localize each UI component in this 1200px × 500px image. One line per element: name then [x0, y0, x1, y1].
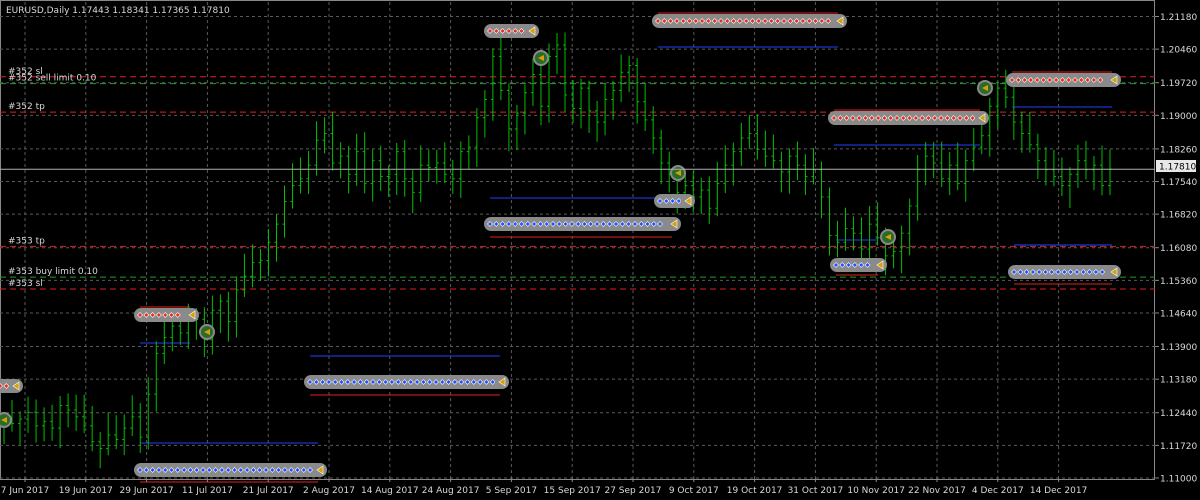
price-tick-label: 1.16820 [1160, 211, 1197, 221]
price-tick-label: 1.19720 [1160, 79, 1197, 89]
time-tick-label: 10 Nov 2017 [847, 486, 905, 496]
price-tick-label: 1.13180 [1160, 376, 1197, 386]
price-tick-label: 1.11000 [1160, 475, 1197, 485]
price-tick-label: 1.18260 [1160, 145, 1197, 155]
time-tick-label: 11 Jul 2017 [182, 486, 233, 496]
order-line-label: #353 sl [8, 279, 43, 289]
time-tick-label: 14 Aug 2017 [361, 486, 419, 496]
order-line-label: #353 buy limit 0.10 [8, 267, 98, 277]
time-tick-label: 21 Jul 2017 [243, 486, 294, 496]
price-tick-label: 1.16080 [1160, 244, 1197, 254]
time-tick-label: 29 Jun 2017 [120, 486, 174, 496]
price-tick-label: 1.17540 [1160, 178, 1197, 188]
price-axis: 1.21180 1.20460 1.19720 1.19000 1.18260 1.175… [1155, 13, 1197, 485]
time-tick-label: 27 Sep 2017 [604, 486, 661, 496]
order-line-label: #352 sell limit 0.10 [8, 74, 97, 84]
order-line-label: #352 tp [8, 102, 45, 112]
time-tick-label: 7 Jun 2017 [1, 486, 49, 496]
time-tick-label: 9 Oct 2017 [669, 486, 719, 496]
price-tick-label: 1.11720 [1160, 442, 1197, 452]
time-tick-label: 31 Oct 2017 [788, 486, 844, 496]
time-tick-label: 2 Aug 2017 [303, 486, 355, 496]
svg-text:1.17810: 1.17810 [1159, 163, 1196, 173]
time-tick-label: 15 Sep 2017 [544, 486, 601, 496]
time-tick-label: 4 Dec 2017 [972, 486, 1024, 496]
price-tick-label: 1.12440 [1160, 409, 1197, 419]
time-tick-label: 22 Nov 2017 [908, 486, 966, 496]
price-tick-label: 1.14640 [1160, 309, 1197, 319]
symbol-title: EURUSD,Daily 1.17443 1.18341 1.17365 1.1… [6, 6, 230, 16]
time-tick-label: 14 Dec 2017 [1030, 486, 1088, 496]
price-tick-label: 1.13900 [1160, 343, 1197, 353]
price-tick-label: 1.19000 [1160, 112, 1197, 122]
current-price-tag: 1.17810 [1156, 160, 1196, 173]
time-tick-label: 5 Sep 2017 [486, 486, 537, 496]
time-tick-label: 24 Aug 2017 [422, 486, 480, 496]
price-tick-label: 1.21180 [1160, 13, 1197, 23]
price-tick-label: 1.20460 [1160, 46, 1197, 56]
price-chart[interactable]: #352 sl#352 sell limit 0.10#352 tp#353 t… [0, 0, 1200, 500]
order-line-label: #353 tp [8, 236, 45, 246]
time-tick-label: 19 Jun 2017 [59, 486, 113, 496]
time-tick-label: 19 Oct 2017 [727, 486, 783, 496]
price-tick-label: 1.15360 [1160, 277, 1197, 287]
